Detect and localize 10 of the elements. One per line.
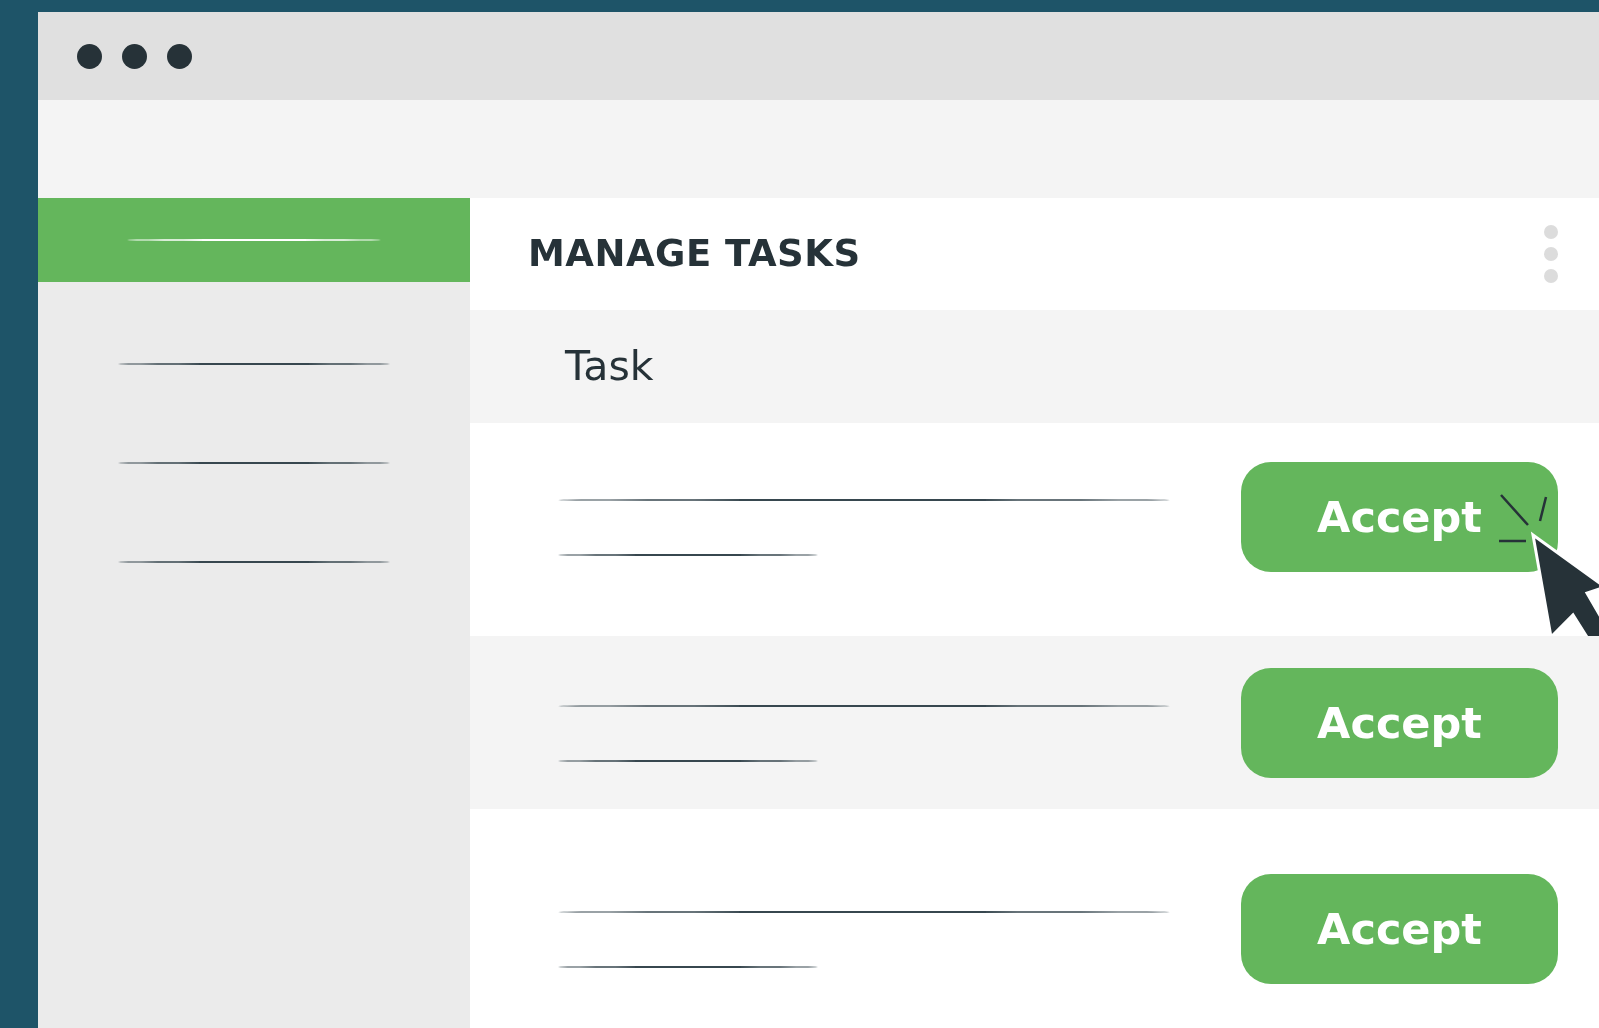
panel-title: MANAGE TASKS [528, 231, 861, 278]
window-control-dot[interactable] [77, 43, 102, 69]
accept-button[interactable]: Accept [1241, 668, 1558, 778]
accept-button[interactable]: Accept [1241, 462, 1558, 572]
sidebar-item[interactable] [38, 198, 470, 282]
accept-button[interactable]: Accept [1241, 874, 1558, 984]
more-menu-icon[interactable] [1543, 224, 1559, 284]
window-control-dot[interactable] [167, 43, 192, 69]
column-header: Task [564, 340, 655, 392]
window-control-dot[interactable] [122, 43, 147, 69]
